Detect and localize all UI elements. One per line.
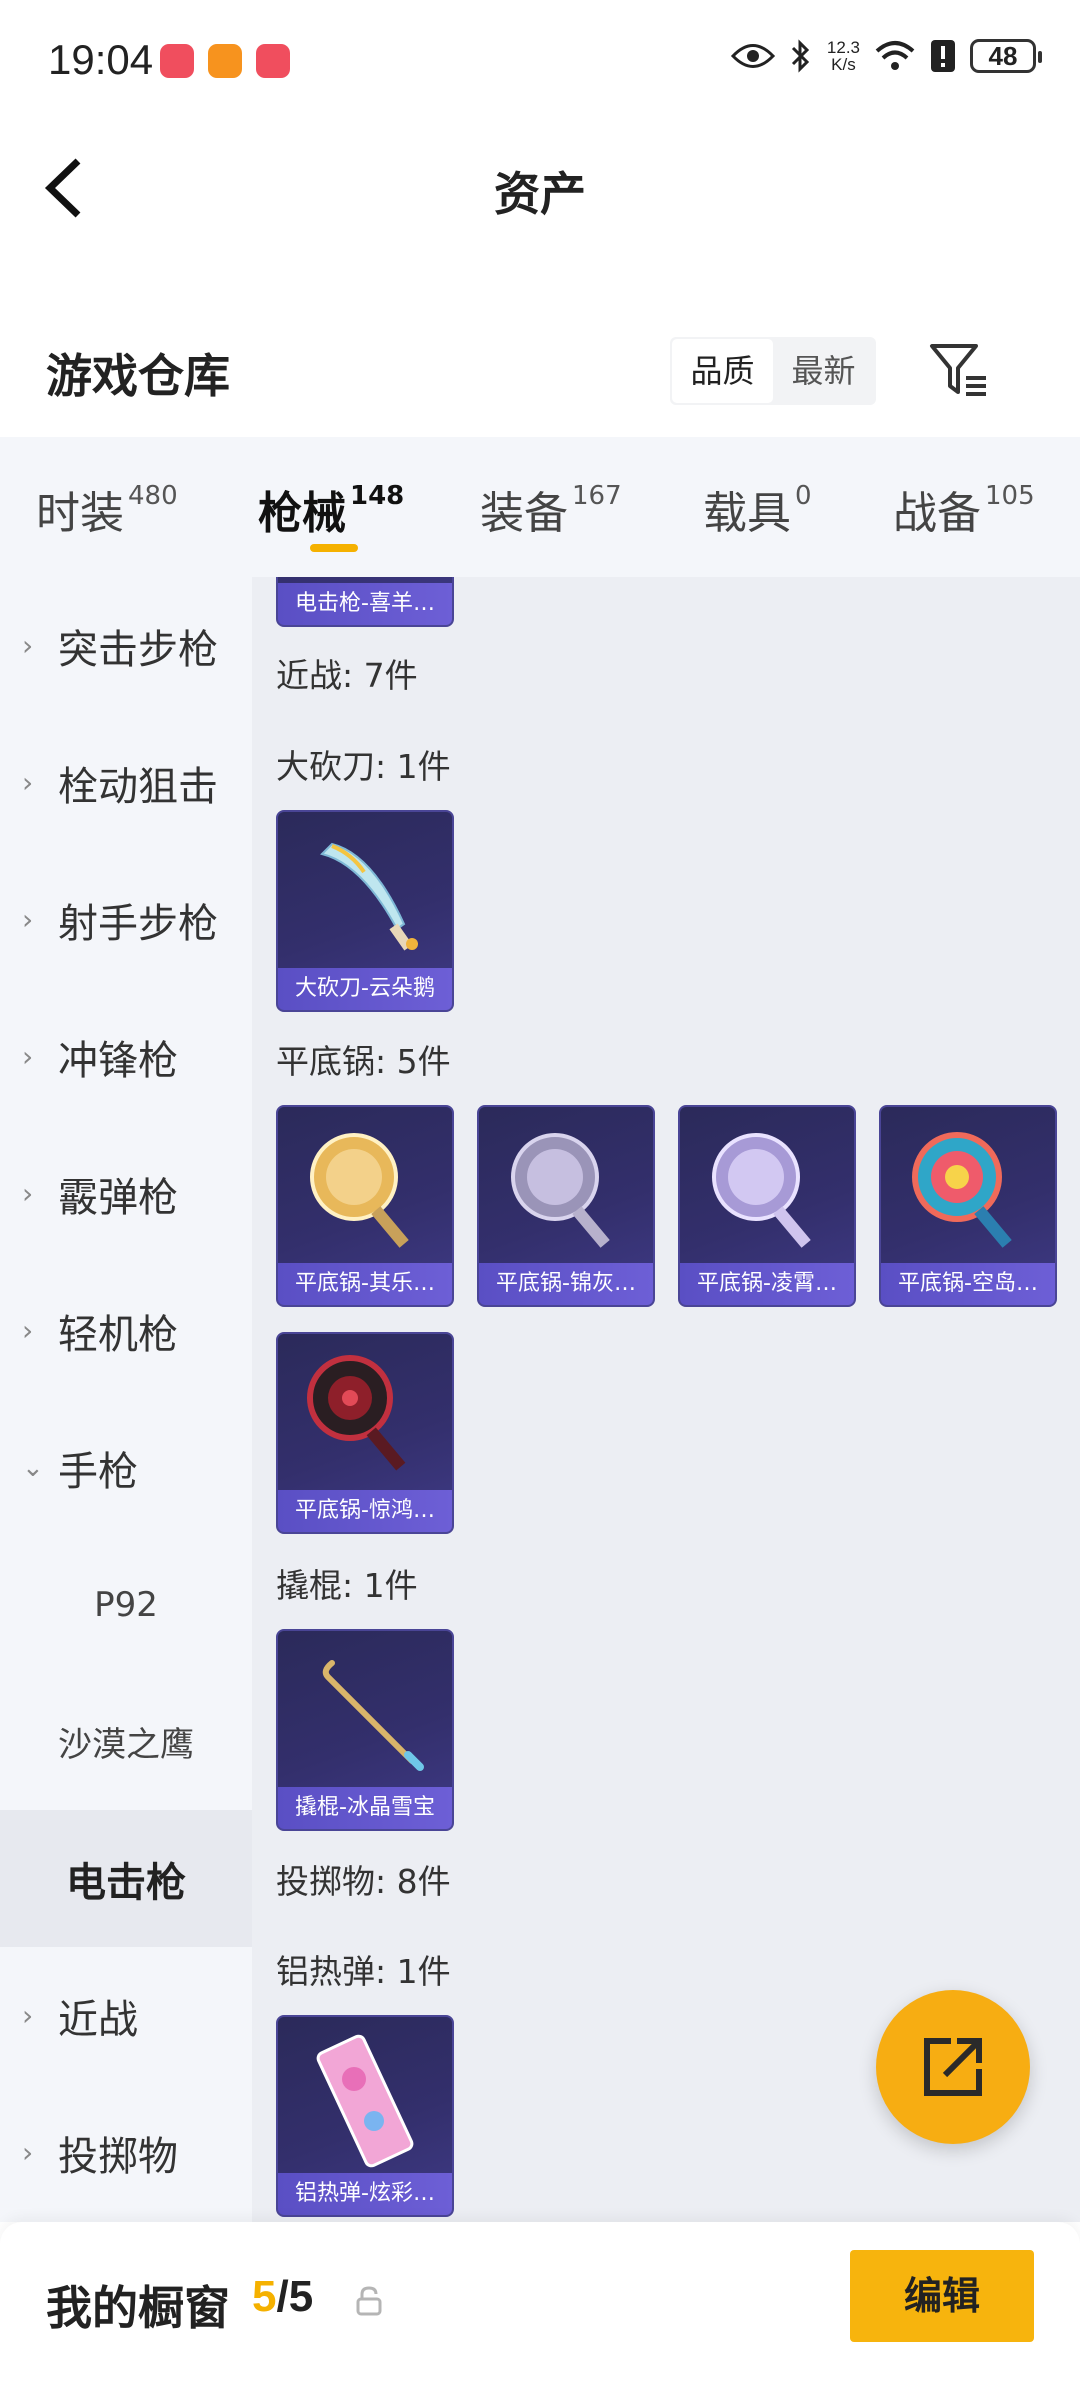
group-label-frying-pan: 平底锅: 5件 (276, 1042, 451, 1081)
tab-firearms[interactable]: 枪械 148 (258, 477, 404, 541)
sidebar-item-pistol[interactable]: ⌄ 手枪 (0, 1399, 252, 1536)
item-name: 平底锅-惊鸿… (278, 1490, 452, 1532)
alert-icon (931, 40, 955, 72)
chevron-right-icon: › (22, 2136, 34, 2169)
item-name: 电击枪-喜羊… (278, 583, 452, 625)
showcase-count: 5/5 (252, 2272, 314, 2321)
thermite-grenade-image (316, 2034, 414, 2168)
showcase-title: 我的橱窗 (46, 2281, 230, 2335)
sidebar-item-bolt-sniper[interactable]: › 栓动狙击 (0, 714, 252, 851)
network-speed: 12.3 K/s (826, 38, 860, 74)
tab-supplies[interactable]: 战备 105 (893, 477, 1035, 541)
sidebar-item-shotgun[interactable]: › 霰弹枪 (0, 1125, 252, 1262)
group-label-melee: 近战: 7件 (276, 656, 418, 695)
chevron-right-icon: › (22, 766, 34, 799)
frying-pan-image (310, 1133, 409, 1248)
sidebar-item-melee[interactable]: › 近战 (0, 1947, 252, 2084)
item-name: 平底锅-空岛… (881, 1263, 1055, 1305)
tab-vehicles[interactable]: 载具 0 (703, 477, 812, 541)
item-card[interactable]: 平底锅-凌霄… (678, 1105, 856, 1307)
status-time: 19:04 (48, 36, 154, 83)
battery-indicator: 48 (970, 39, 1042, 73)
lock-icon[interactable] (356, 2286, 382, 2316)
tab-fashion[interactable]: 时装 480 (36, 477, 178, 541)
item-card[interactable]: 平底锅-空岛… (879, 1105, 1057, 1307)
item-grid: 电击枪-喜羊… 近战: 7件 大砍刀: 1件 大砍刀-云朵鹅 平底锅: 5件 平… (252, 577, 1080, 2222)
app-notification-icon (160, 44, 194, 78)
tab-equipment[interactable]: 装备 167 (480, 477, 622, 541)
chevron-right-icon: › (22, 1999, 34, 2032)
item-name: 平底锅-凌霄… (680, 1263, 854, 1305)
group-label-crowbar: 撬棍: 1件 (276, 1566, 418, 1605)
external-link-icon (924, 2038, 982, 2096)
sidebar-subitem-desert-eagle[interactable]: 沙漠之鹰 (0, 1673, 252, 1810)
item-name: 撬棍-冰晶雪宝 (278, 1787, 452, 1829)
sidebar-subitem-p92[interactable]: P92 (0, 1536, 252, 1673)
wifi-icon (875, 41, 915, 70)
eye-icon (730, 44, 775, 68)
frying-pan-image (912, 1132, 1012, 1248)
chevron-down-icon: ⌄ (22, 1452, 44, 1483)
app-notification-icon (256, 44, 290, 78)
chevron-right-icon: › (22, 1177, 34, 1210)
chevron-right-icon: › (22, 1314, 34, 1347)
weapon-type-sidebar: › 突击步枪 › 栓动狙击 › 射手步枪 › 冲锋枪 › 霰弹枪 › 轻机枪 ⌄ 手枪 P92… (0, 577, 252, 2222)
sidebar-item-assault-rifle[interactable]: › 突击步枪 (0, 577, 252, 714)
sidebar-item-lmg[interactable]: › 轻机枪 (0, 1262, 252, 1399)
warehouse-title: 游戏仓库 (46, 349, 230, 403)
sidebar-item-smg[interactable]: › 冲锋枪 (0, 988, 252, 1125)
status-bar: 19:04 12.3 K/s 48 (0, 0, 1080, 125)
item-card[interactable]: 大砍刀-云朵鹅 (276, 810, 454, 1012)
item-card[interactable]: 平底锅-惊鸿… (276, 1332, 454, 1534)
sort-toggle: 品质 最新 (670, 337, 876, 405)
item-name: 平底锅-其乐… (278, 1263, 452, 1305)
group-label-thermite: 铝热弹: 1件 (276, 1952, 451, 1991)
chevron-right-icon: › (22, 903, 34, 936)
frying-pan-image (511, 1133, 610, 1248)
item-card[interactable]: 撬棍-冰晶雪宝 (276, 1629, 454, 1831)
item-name: 大砍刀-云朵鹅 (278, 968, 452, 1010)
item-card[interactable]: 铝热弹-炫彩… (276, 2015, 454, 2217)
page-title: 资产 (494, 167, 586, 221)
item-card[interactable]: 电击枪-喜羊… (276, 577, 454, 627)
item-card[interactable]: 平底锅-其乐… (276, 1105, 454, 1307)
bluetooth-icon (791, 39, 810, 73)
item-name: 铝热弹-炫彩… (278, 2173, 452, 2215)
sidebar-item-throwables[interactable]: › 投掷物 (0, 2084, 252, 2221)
chevron-right-icon: › (22, 629, 34, 662)
share-fab-button[interactable] (876, 1990, 1030, 2144)
filter-icon (930, 344, 986, 396)
sidebar-subitem-stun-gun[interactable]: 电击枪 (0, 1810, 252, 1947)
group-label-machete: 大砍刀: 1件 (276, 747, 451, 786)
active-tab-indicator (310, 544, 358, 552)
game-notification-icon (208, 44, 242, 78)
category-tabs: 时装 480 枪械 148 装备 167 载具 0 战备 105 (0, 437, 1080, 577)
sort-quality-option[interactable]: 品质 (672, 339, 773, 403)
filter-button[interactable] (928, 340, 990, 400)
chevron-right-icon: › (22, 1040, 34, 1073)
machete-image (320, 842, 418, 951)
showcase-bar: 我的橱窗 5/5 编辑 (0, 2222, 1080, 2382)
edit-button[interactable]: 编辑 (850, 2250, 1034, 2342)
group-label-throwables: 投掷物: 8件 (276, 1862, 451, 1901)
sort-newest-option[interactable]: 最新 (773, 339, 874, 403)
sidebar-item-marksman-rifle[interactable]: › 射手步枪 (0, 851, 252, 988)
frying-pan-image (307, 1355, 406, 1471)
item-card[interactable]: 平底锅-锦灰… (477, 1105, 655, 1307)
item-name: 平底锅-锦灰… (479, 1263, 653, 1305)
frying-pan-image (712, 1133, 811, 1248)
crowbar-image (322, 1660, 424, 1771)
